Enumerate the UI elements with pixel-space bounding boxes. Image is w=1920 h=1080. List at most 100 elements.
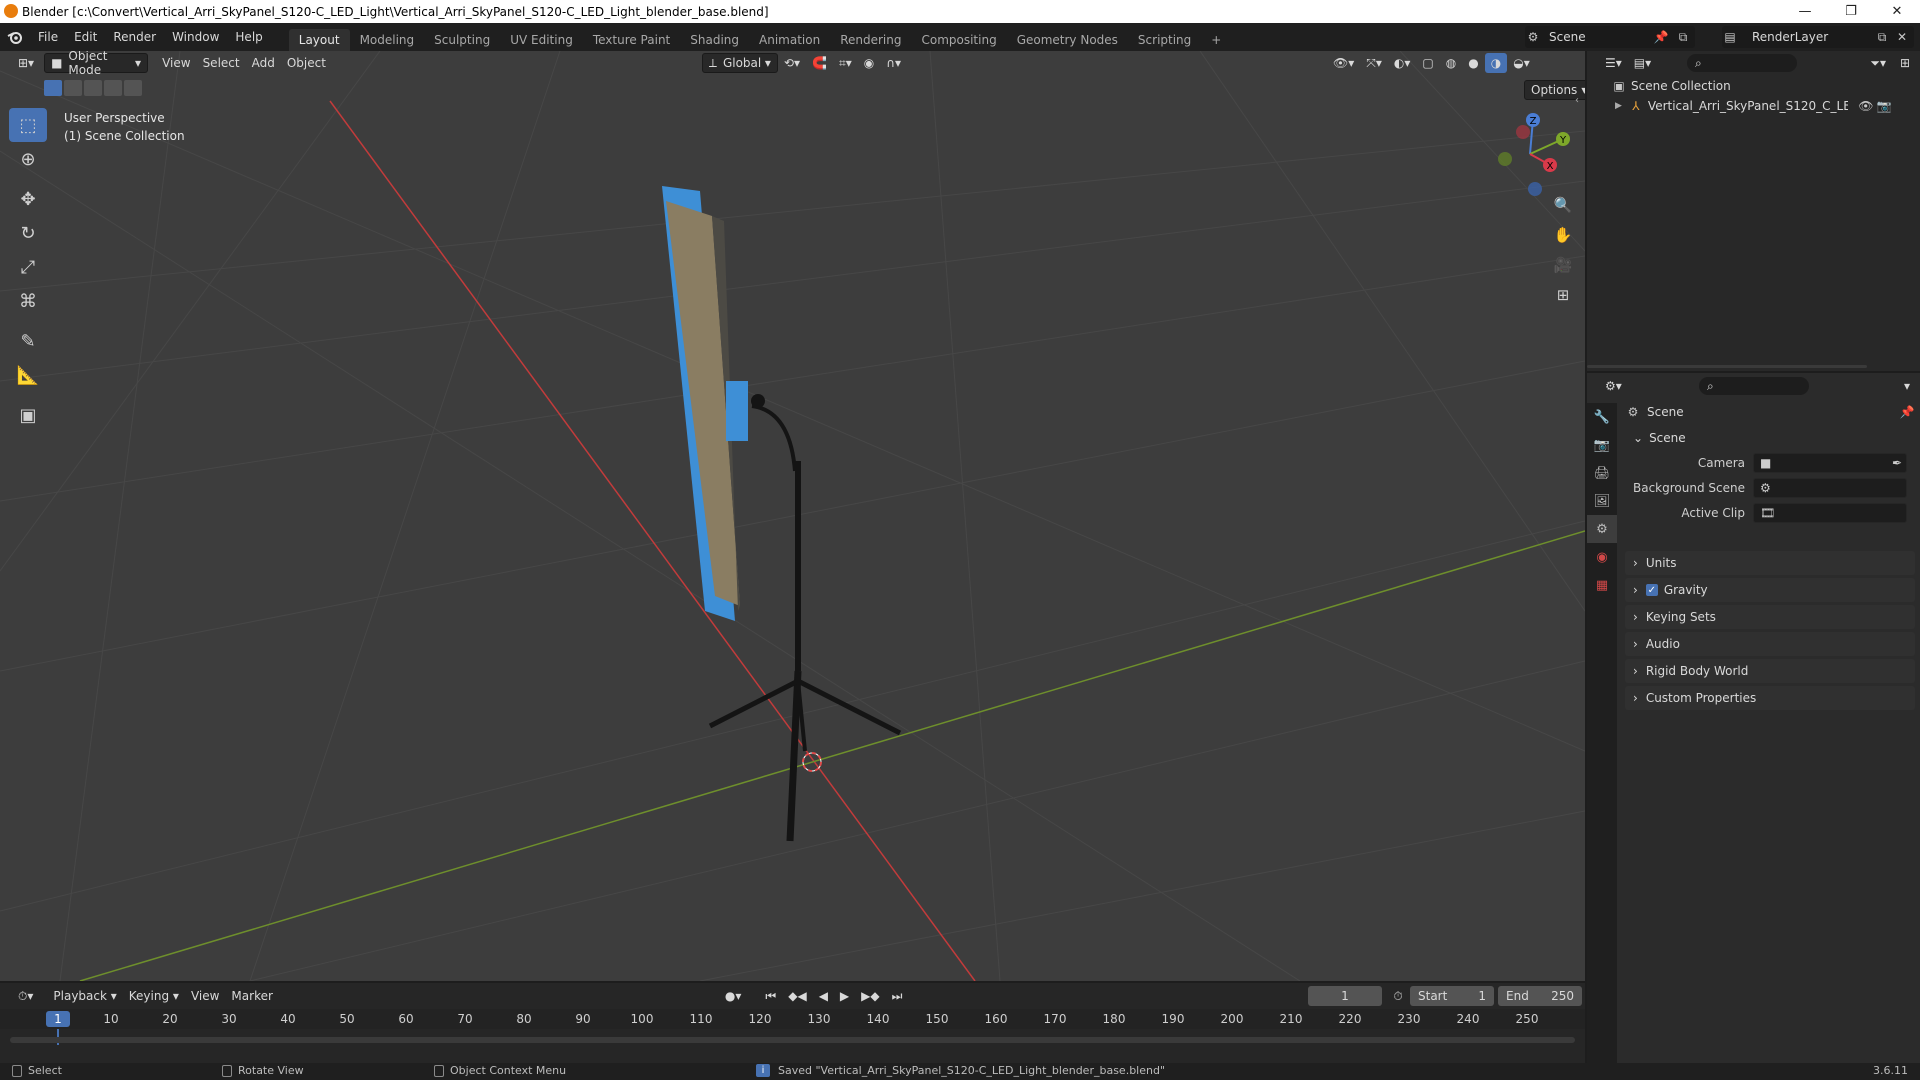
tab-scripting[interactable]: Scripting <box>1128 29 1201 51</box>
viewport-menu-object[interactable]: Object <box>281 53 332 73</box>
outliner-row-scene-collection[interactable]: ▣ Scene Collection <box>1611 78 1730 94</box>
new-collection-icon[interactable]: ⊞ <box>1894 53 1916 73</box>
outliner-search-input[interactable]: ⌕ <box>1687 54 1797 72</box>
timeline-menu-playback[interactable]: Playback ▾ <box>47 986 122 1006</box>
timeline-body[interactable] <box>0 1029 1585 1063</box>
panel-gravity[interactable]: › ✓ Gravity <box>1625 578 1915 602</box>
tab-sculpting[interactable]: Sculpting <box>424 29 500 51</box>
view-layer-selector[interactable]: ▤ RenderLayer ⧉ ✕ <box>1722 26 1914 48</box>
select-new-icon[interactable] <box>44 80 62 96</box>
filter-icon[interactable]: ⏷▾ <box>1864 53 1892 73</box>
panel-audio[interactable]: › Audio <box>1625 632 1915 656</box>
transform-orientation-selector[interactable]: ⟂ Global ▾ <box>701 53 778 73</box>
expand-arrow-icon[interactable]: ▶ <box>1615 101 1622 111</box>
wireframe-shading-icon[interactable]: ◍ <box>1440 53 1462 73</box>
menu-edit[interactable]: Edit <box>66 30 105 44</box>
timeline-scrollbar[interactable] <box>10 1037 1575 1043</box>
jump-end-icon[interactable]: ⏭ <box>886 986 909 1006</box>
end-frame-field[interactable]: End 250 <box>1498 986 1582 1006</box>
transform-tool-icon[interactable]: ⌘ <box>9 284 47 318</box>
select-intersect-icon[interactable] <box>124 80 142 96</box>
gizmo-toggle-icon[interactable]: ⤧▾ <box>1360 53 1388 73</box>
overlay-toggle-icon[interactable]: ◐▾ <box>1388 53 1417 73</box>
next-keyframe-icon[interactable]: ▶◆ <box>855 986 885 1006</box>
outliner-row-object[interactable]: ▶ ⅄ Vertical_Arri_SkyPanel_S120_C_LED_Li… <box>1615 98 1915 114</box>
snap-target-icon[interactable]: ⌗▾ <box>833 53 858 73</box>
properties-editor-type-icon[interactable]: ⚙▾ <box>1599 376 1628 396</box>
falloff-icon[interactable]: ∩▾ <box>880 53 907 73</box>
add-cube-tool-icon[interactable]: ▣ <box>9 398 47 432</box>
gizmo-neg-x-handle[interactable] <box>1516 125 1530 139</box>
pan-hand-icon[interactable]: ✋ <box>1549 221 1577 249</box>
viewport-menu-view[interactable]: View <box>156 53 196 73</box>
gizmo-neg-y-handle[interactable] <box>1498 152 1512 166</box>
remove-view-layer-icon[interactable]: ✕ <box>1894 29 1910 45</box>
gizmo-neg-z-handle[interactable] <box>1528 182 1542 196</box>
current-frame-field[interactable]: 1 <box>1308 986 1382 1006</box>
tab-geometry-nodes[interactable]: Geometry Nodes <box>1007 29 1128 51</box>
zoom-icon[interactable]: 🔍 <box>1549 191 1577 219</box>
perspective-toggle-icon[interactable]: ⊞ <box>1549 281 1577 309</box>
preview-range-icon[interactable]: ⏱ <box>1390 988 1406 1004</box>
tab-modeling[interactable]: Modeling <box>350 29 425 51</box>
rendered-shading-icon[interactable]: ◒▾ <box>1507 53 1536 73</box>
timeline-menu-keying[interactable]: Keying ▾ <box>123 986 185 1006</box>
material-shading-icon[interactable]: ◑ <box>1484 53 1508 73</box>
background-scene-field[interactable]: ⚙ <box>1753 478 1907 498</box>
viewport-menu-add[interactable]: Add <box>246 53 281 73</box>
scale-tool-icon[interactable]: ⤢ <box>9 250 47 284</box>
camera-view-icon[interactable]: 🎥 <box>1549 251 1577 279</box>
texture-tab-icon[interactable]: ▦ <box>1587 571 1617 599</box>
move-tool-icon[interactable]: ✥ <box>9 182 47 216</box>
properties-search-input[interactable]: ⌕ <box>1699 377 1809 395</box>
tab-compositing[interactable]: Compositing <box>911 29 1006 51</box>
render-camera-icon[interactable]: 📷 <box>1876 98 1892 114</box>
visibility-icon[interactable]: 👁▾ <box>1327 53 1360 73</box>
add-workspace-button[interactable]: + <box>1201 29 1231 51</box>
pin-icon[interactable]: 📌 <box>1653 29 1669 45</box>
pivot-point-icon[interactable]: ⟲▾ <box>778 53 806 73</box>
maximize-button[interactable]: ❐ <box>1828 0 1874 23</box>
tab-layout[interactable]: Layout <box>288 29 350 51</box>
view-layer-tab-icon[interactable]: 🖼 <box>1587 487 1617 515</box>
play-reverse-icon[interactable]: ◀ <box>813 986 834 1006</box>
select-invert-icon[interactable] <box>104 80 122 96</box>
menu-help[interactable]: Help <box>227 30 270 44</box>
menu-file[interactable]: File <box>30 30 66 44</box>
camera-field[interactable]: ■ ✒ <box>1753 453 1907 473</box>
scene-selector[interactable]: ⚙ Scene 📌 ⧉ <box>1525 26 1695 48</box>
timeline-menu-view[interactable]: View <box>185 986 225 1006</box>
active-clip-field[interactable]: 🎞 <box>1753 503 1907 523</box>
mode-selector[interactable]: ■ Object Mode ▾ <box>44 51 149 77</box>
minimize-button[interactable]: — <box>1782 0 1828 23</box>
timeline-ruler[interactable]: 1 10 20 30 40 50 60 70 80 90 100 110 120… <box>0 1009 1585 1029</box>
3d-viewport[interactable]: ⊞▾ ■ Object Mode ▾ View Select Add Objec… <box>0 51 1585 981</box>
output-tab-icon[interactable]: 🖨 <box>1587 459 1617 487</box>
timeline-editor-type-icon[interactable]: ⏱▾ <box>12 986 39 1006</box>
select-extend-icon[interactable] <box>64 80 82 96</box>
outliner-scrollbar[interactable] <box>1587 365 1867 368</box>
panel-custom-properties[interactable]: › Custom Properties <box>1625 686 1915 710</box>
gravity-checkbox[interactable]: ✓ <box>1645 584 1658 596</box>
xray-toggle-icon[interactable]: ▢ <box>1416 53 1439 73</box>
scene-tab-icon[interactable]: ⚙ <box>1587 515 1617 543</box>
rotate-tool-icon[interactable]: ↻ <box>9 216 47 250</box>
prev-keyframe-icon[interactable]: ◆◀ <box>782 986 812 1006</box>
play-icon[interactable]: ▶ <box>834 986 855 1006</box>
annotate-tool-icon[interactable]: ✎ <box>9 324 47 358</box>
current-frame-marker[interactable]: 1 <box>46 1011 70 1027</box>
blender-menu-icon[interactable] <box>0 30 30 44</box>
tab-texture-paint[interactable]: Texture Paint <box>583 29 680 51</box>
proportional-edit-icon[interactable]: ◉ <box>858 53 880 73</box>
render-tab-icon[interactable]: 📷 <box>1587 431 1617 459</box>
outliner-editor-type-icon[interactable]: ☰▾ <box>1599 53 1628 73</box>
snap-icon[interactable]: 🧲 <box>806 53 833 73</box>
viewport-menu-select[interactable]: Select <box>197 53 246 73</box>
display-mode-icon[interactable]: ▤▾ <box>1628 53 1657 73</box>
menu-render[interactable]: Render <box>105 30 164 44</box>
record-keyframe-icon[interactable]: ●▾ <box>719 986 748 1006</box>
new-scene-icon[interactable]: ⧉ <box>1675 29 1691 45</box>
eyedropper-icon[interactable]: ✒ <box>1892 456 1902 470</box>
editor-type-icon[interactable]: ⊞▾ <box>12 53 40 73</box>
panel-units[interactable]: › Units <box>1625 551 1915 575</box>
